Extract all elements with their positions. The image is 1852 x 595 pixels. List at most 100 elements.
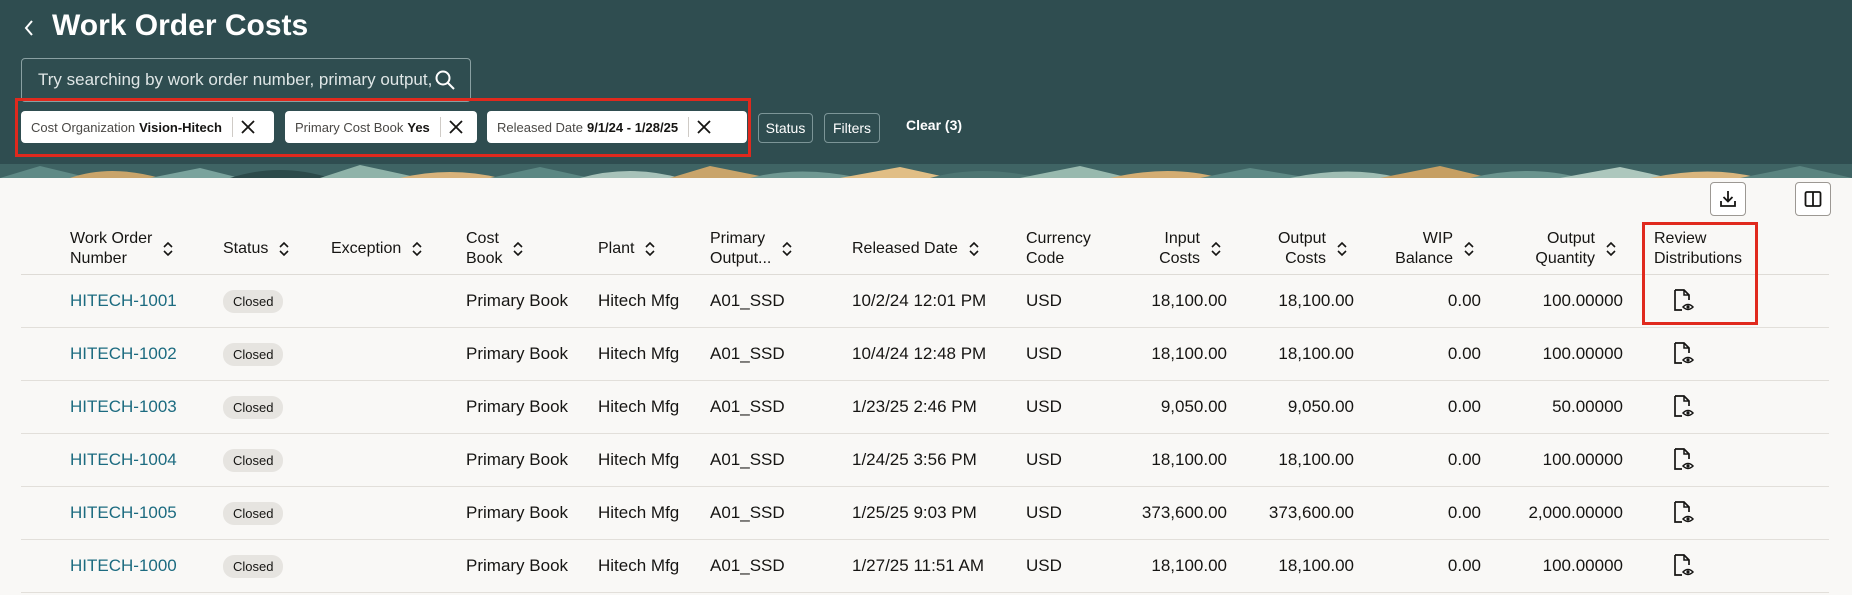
column-header-label: Exception bbox=[331, 240, 402, 257]
filter-chip-cost-organization[interactable]: Cost Organization Vision-Hitech bbox=[21, 111, 274, 143]
output-quantity-cell-value: 100.00000 bbox=[1542, 291, 1623, 310]
review-distributions-cell bbox=[1671, 381, 1695, 433]
column-header-label: Input Costs bbox=[1159, 230, 1200, 267]
filter-chip-primary-cost-book[interactable]: Primary Cost Book Yes bbox=[285, 111, 477, 143]
status-badge: Closed bbox=[223, 342, 284, 366]
wip-balance-cell: 0.00 bbox=[1448, 381, 1481, 433]
column-header-label: WIP Balance bbox=[1395, 230, 1453, 267]
table-row[interactable]: HITECH-1005 Closed Primary Book Hitech Mfg A… bbox=[21, 487, 1829, 540]
search-input[interactable] bbox=[22, 59, 432, 101]
output-costs-cell: 18,100.00 bbox=[1278, 328, 1354, 380]
wip-balance-cell: 0.00 bbox=[1448, 328, 1481, 380]
released-date-cell: 1/27/25 11:51 AM bbox=[852, 540, 984, 592]
sort-icon[interactable] bbox=[512, 241, 524, 257]
sort-icon[interactable] bbox=[411, 241, 423, 257]
back-button[interactable] bbox=[16, 12, 42, 44]
currency-cell-value: USD bbox=[1026, 397, 1062, 416]
input-costs-cell-value: 9,050.00 bbox=[1160, 397, 1227, 416]
work-order-link[interactable]: HITECH-1005 bbox=[70, 503, 177, 523]
status-cell: Closed bbox=[223, 540, 284, 592]
table-row[interactable]: HITECH-1004 Closed Primary Book Hitech Mfg A… bbox=[21, 434, 1829, 487]
sort-icon[interactable] bbox=[781, 241, 793, 257]
wip-balance-cell-value: 0.00 bbox=[1447, 291, 1481, 310]
work-order-link[interactable]: HITECH-1002 bbox=[70, 344, 177, 364]
sort-icon[interactable] bbox=[162, 241, 174, 257]
search-icon[interactable] bbox=[434, 69, 456, 91]
work-order-link[interactable]: HITECH-1004 bbox=[70, 450, 177, 470]
released-date-cell-value: 1/27/25 11:51 AM bbox=[852, 556, 985, 575]
work-order-cell: HITECH-1002 bbox=[70, 328, 177, 380]
column-header-exception[interactable]: Exception bbox=[331, 228, 423, 270]
plant-cell: Hitech Mfg bbox=[598, 434, 679, 486]
status-badge: Closed bbox=[223, 554, 284, 578]
search-box[interactable] bbox=[21, 58, 471, 102]
export-button[interactable] bbox=[1710, 182, 1746, 216]
column-header-cost-book[interactable]: Cost Book bbox=[466, 228, 524, 270]
column-header-plant[interactable]: Plant bbox=[598, 228, 656, 270]
sort-icon[interactable] bbox=[968, 241, 980, 257]
work-order-link[interactable]: HITECH-1001 bbox=[70, 291, 177, 311]
sort-icon[interactable] bbox=[644, 241, 656, 257]
filter-chip-released-date[interactable]: Released Date 9/1/24 - 1/28/25 bbox=[487, 111, 747, 143]
column-header-output-quantity[interactable]: Output Quantity bbox=[1535, 228, 1617, 270]
wip-balance-cell: 0.00 bbox=[1448, 434, 1481, 486]
sort-icon[interactable] bbox=[1605, 241, 1617, 257]
primary-output-cell: A01_SSD bbox=[710, 434, 785, 486]
column-header-wip-balance[interactable]: WIP Balance bbox=[1395, 228, 1475, 270]
primary-output-cell-value: A01_SSD bbox=[710, 344, 785, 363]
chip-remove-button[interactable] bbox=[233, 111, 263, 143]
chip-remove-button[interactable] bbox=[441, 111, 471, 143]
table-row[interactable]: HITECH-1001 Closed Primary Book Hitech Mfg A… bbox=[21, 275, 1829, 328]
column-header-primary-output[interactable]: Primary Output... bbox=[710, 228, 793, 270]
released-date-cell: 1/23/25 2:46 PM bbox=[852, 381, 977, 433]
released-date-cell: 1/24/25 3:56 PM bbox=[852, 434, 977, 486]
column-header-label: Currency Code bbox=[1026, 230, 1091, 267]
input-costs-cell-value: 373,600.00 bbox=[1141, 503, 1227, 522]
status-filter-button[interactable]: Status bbox=[758, 113, 813, 143]
column-header-output-costs[interactable]: Output Costs bbox=[1278, 228, 1348, 270]
review-distributions-button[interactable] bbox=[1671, 288, 1695, 314]
chip-value: 9/1/24 - 1/28/25 bbox=[587, 119, 679, 135]
review-distributions-cell bbox=[1671, 275, 1695, 327]
document-view-icon bbox=[1674, 395, 1695, 417]
review-distributions-button[interactable] bbox=[1671, 394, 1695, 420]
sort-icon[interactable] bbox=[1463, 241, 1475, 257]
clear-filters-button[interactable]: Clear (3) bbox=[906, 117, 962, 133]
column-header-input-costs[interactable]: Input Costs bbox=[1159, 228, 1222, 270]
review-distributions-button[interactable] bbox=[1671, 341, 1695, 367]
output-costs-cell: 373,600.00 bbox=[1269, 487, 1354, 539]
column-header-status[interactable]: Status bbox=[223, 228, 290, 270]
wip-balance-cell: 0.00 bbox=[1448, 275, 1481, 327]
page-title: Work Order Costs bbox=[52, 9, 309, 42]
review-distributions-button[interactable] bbox=[1671, 553, 1695, 579]
review-distributions-button[interactable] bbox=[1671, 447, 1695, 473]
table-row[interactable]: HITECH-1002 Closed Primary Book Hitech Mfg A… bbox=[21, 328, 1829, 381]
cost-book-cell-value: Primary Book bbox=[466, 503, 569, 522]
table-row[interactable]: HITECH-1000 Closed Primary Book Hitech Mfg A… bbox=[21, 540, 1829, 593]
primary-output-cell-value: A01_SSD bbox=[710, 556, 785, 575]
sort-icon[interactable] bbox=[1336, 241, 1348, 257]
work-order-link[interactable]: HITECH-1000 bbox=[70, 556, 177, 576]
review-distributions-cell bbox=[1671, 328, 1695, 380]
sort-icon[interactable] bbox=[1210, 241, 1222, 257]
primary-output-cell: A01_SSD bbox=[710, 540, 785, 592]
column-header-released-date[interactable]: Released Date bbox=[852, 228, 980, 270]
table-row[interactable]: HITECH-1003 Closed Primary Book Hitech Mfg A… bbox=[21, 381, 1829, 434]
work-order-link[interactable]: HITECH-1003 bbox=[70, 397, 177, 417]
output-quantity-cell: 100.00000 bbox=[1543, 434, 1623, 486]
chip-remove-button[interactable] bbox=[689, 111, 719, 143]
released-date-cell-value: 1/24/25 3:56 PM bbox=[852, 450, 977, 469]
status-badge: Closed bbox=[223, 395, 284, 419]
column-header-work-order-number[interactable]: Work Order Number bbox=[70, 228, 174, 270]
status-cell: Closed bbox=[223, 275, 284, 327]
review-distributions-button[interactable] bbox=[1671, 500, 1695, 526]
status-cell: Closed bbox=[223, 328, 284, 380]
currency-cell-value: USD bbox=[1026, 344, 1062, 363]
currency-cell-value: USD bbox=[1026, 291, 1062, 310]
sort-icon[interactable] bbox=[278, 241, 290, 257]
work-order-cell: HITECH-1000 bbox=[70, 540, 177, 592]
filters-button[interactable]: Filters bbox=[824, 113, 880, 143]
output-quantity-cell-value: 2,000.00000 bbox=[1528, 503, 1623, 522]
column-layout-button[interactable] bbox=[1795, 182, 1831, 216]
plant-cell: Hitech Mfg bbox=[598, 275, 679, 327]
